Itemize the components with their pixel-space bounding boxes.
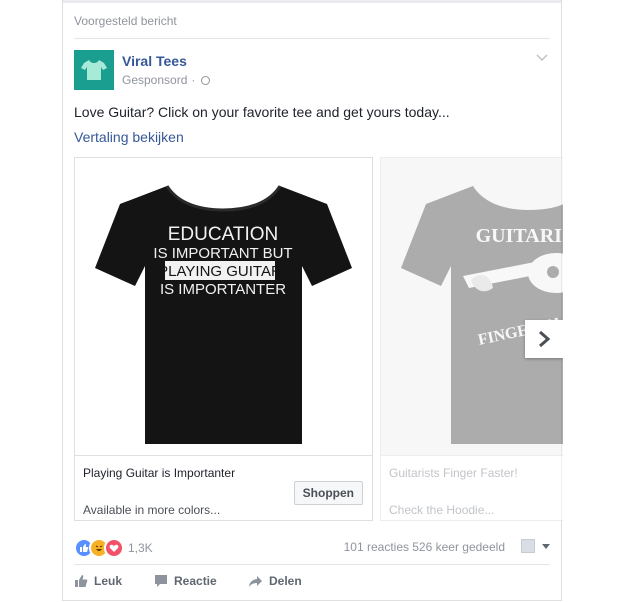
sponsored-line: Gesponsord · [122, 73, 211, 87]
carousel-card-subtitle: Check the Hoodie... [389, 503, 495, 517]
page-logo[interactable] [74, 50, 114, 90]
carousel-card-subtitle: Available in more colors... [83, 503, 221, 517]
comments-count-link[interactable]: 101 reacties [344, 540, 409, 554]
carousel-image[interactable]: EDUCATION IS IMPORTANT BUT PLAYING GUITA… [75, 158, 372, 455]
shirt-text-line: PLAYING GUITAR [158, 263, 282, 280]
comment-icon [155, 575, 167, 587]
reactions-summary[interactable]: 1,3K [74, 538, 153, 558]
carousel-image[interactable]: GUITARIST FINGER FAST [381, 158, 563, 455]
viewer-avatar[interactable] [521, 539, 535, 553]
comment-label: Reactie [174, 574, 217, 588]
carousel-card-title[interactable]: Guitarists Finger Faster! [389, 466, 518, 480]
separator-dot: · [191, 73, 196, 87]
carousel-card-title[interactable]: Playing Guitar is Importanter [83, 466, 235, 480]
caret-down-icon[interactable] [542, 544, 550, 549]
suggested-post-label: Voorgesteld bericht [74, 14, 177, 28]
see-translation-link[interactable]: Vertaling bekijken [74, 129, 184, 145]
like-button[interactable]: Leuk [74, 574, 122, 588]
shirt-text-line: GUITARIST [476, 225, 563, 247]
shirt-text-line: IS IMPORTANT BUT [153, 245, 292, 262]
carousel-card-footer: Guitarists Finger Faster! Check the Hood… [381, 455, 563, 522]
chevron-right-icon [539, 330, 551, 348]
header-divider [74, 38, 550, 39]
share-icon [249, 575, 262, 587]
thumbs-up-icon [75, 575, 88, 587]
share-button[interactable]: Delen [248, 574, 302, 588]
chevron-down-icon[interactable] [535, 50, 549, 64]
shop-now-button[interactable]: Shoppen [293, 481, 363, 505]
share-label: Delen [269, 574, 302, 588]
love-icon [104, 538, 124, 558]
comment-button[interactable]: Reactie [154, 574, 217, 588]
sponsored-post-card: Voorgesteld bericht Viral Tees Gesponsor… [62, 0, 563, 601]
card-top-border [63, 0, 561, 3]
product-carousel: EDUCATION IS IMPORTANT BUT PLAYING GUITA… [74, 157, 563, 523]
post-text: Love Guitar? Click on your favorite tee … [74, 104, 450, 120]
tshirt-image: EDUCATION IS IMPORTANT BUT PLAYING GUITA… [95, 185, 352, 444]
actions-divider [74, 564, 550, 565]
carousel-card[interactable]: EDUCATION IS IMPORTANT BUT PLAYING GUITA… [74, 157, 373, 521]
like-label: Leuk [94, 574, 123, 588]
sponsored-label[interactable]: Gesponsord [122, 73, 187, 87]
tshirt-image: GUITARIST FINGER FAST [401, 186, 563, 444]
shirt-text-line: IS IMPORTANTER [160, 281, 286, 298]
carousel-card-footer: Playing Guitar is Importanter Available … [75, 455, 372, 522]
reaction-count[interactable]: 1,3K [128, 541, 153, 555]
tshirt-icon [81, 60, 107, 80]
carousel-next-button[interactable] [525, 320, 563, 358]
page-name-link[interactable]: Viral Tees [122, 53, 187, 69]
post-stats: 1,3K 101 reacties 526 keer gedeeld [74, 538, 550, 558]
shirt-text-line: EDUCATION [168, 224, 278, 245]
shares-count-link[interactable]: 526 keer gedeeld [412, 540, 505, 554]
globe-icon [201, 75, 211, 85]
